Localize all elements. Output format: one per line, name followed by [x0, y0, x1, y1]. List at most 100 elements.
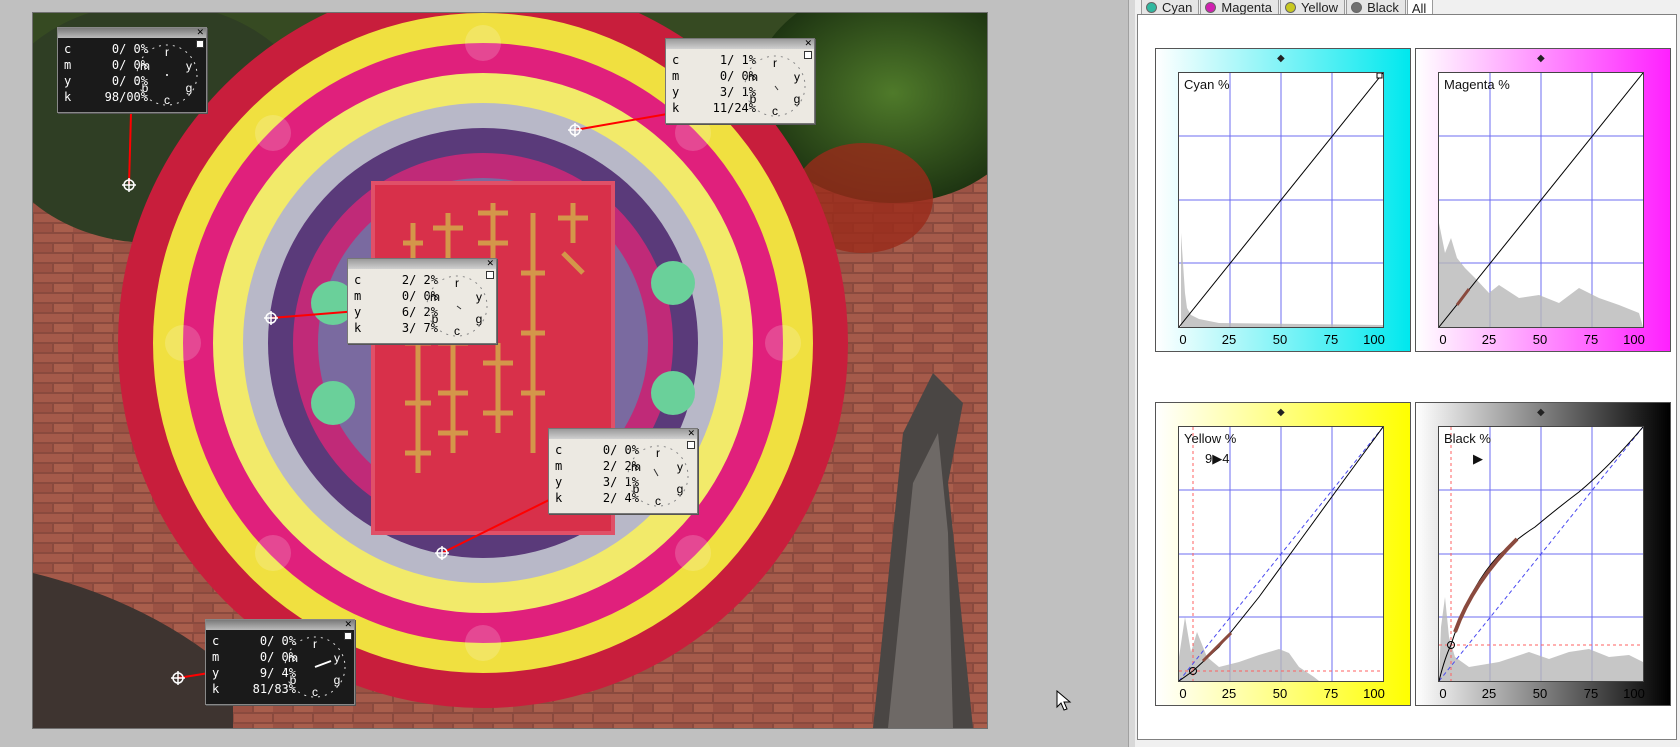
tab-yellow[interactable]: Yellow — [1279, 0, 1346, 15]
x-axis-ticks: 0 25 50 75 100 — [1178, 332, 1385, 348]
label-k: k — [64, 90, 72, 104]
tick-label: 25 — [1481, 686, 1497, 701]
magenta-curve-panel: ◆ Magenta % 0 25 50 75 100 — [1415, 48, 1671, 352]
color-probe-3[interactable]: ✕ c 2/ 2% m 0/ 0% y 6/ 2% k 3/ 7% r y g c b … — [347, 258, 497, 344]
color-probe-1[interactable]: ✕ c 0/ 0% m 0/ 0% y 0/ 0% k 98/00% r y g c b… — [57, 27, 207, 113]
svg-text:r: r — [455, 276, 459, 290]
svg-text:b: b — [290, 673, 297, 687]
svg-text:m: m — [288, 651, 298, 665]
yellow-dot-icon — [1284, 1, 1296, 13]
tick-label: 100 — [1363, 332, 1385, 347]
curve-plot — [1438, 72, 1644, 328]
collapse-handle-icon[interactable]: ◆ — [1537, 407, 1545, 418]
label-c: c — [212, 634, 220, 648]
cyan-dot-icon — [1146, 1, 1157, 13]
tab-magenta[interactable]: Magenta — [1200, 0, 1279, 15]
tab-label: Black — [1367, 0, 1399, 15]
curve-annotation: 9▶4 — [1205, 451, 1230, 466]
label-k: k — [354, 321, 362, 335]
svg-text:r: r — [165, 45, 169, 59]
tick-label: 75 — [1323, 332, 1339, 347]
tick-label: 50 — [1272, 332, 1288, 347]
label-m: m — [212, 650, 220, 664]
color-probe-4[interactable]: ✕ c 0/ 0% m 2/ 2% y 3/ 1% k 2/ 4% r y g c b … — [548, 428, 698, 514]
label-c: c — [555, 443, 563, 457]
cyan-curve-graph[interactable]: Cyan % — [1178, 72, 1384, 328]
tick-label: 100 — [1363, 686, 1385, 701]
label-c: c — [672, 53, 680, 67]
close-icon[interactable]: ✕ — [687, 428, 695, 438]
hue-dial-icon: r y g c b m — [136, 44, 198, 107]
svg-text:b: b — [142, 81, 149, 95]
tick-label: 75 — [1583, 332, 1599, 347]
close-icon[interactable]: ✕ — [344, 619, 352, 629]
yellow-curve-graph[interactable]: Yellow % 9▶4 — [1178, 426, 1384, 682]
svg-text:g: g — [794, 92, 801, 106]
svg-text:m: m — [140, 59, 150, 73]
label-y: y — [64, 74, 72, 88]
probe-titlebar[interactable]: ✕ — [666, 38, 814, 49]
black-curve-graph[interactable]: Black % ▶ — [1438, 426, 1644, 682]
probe-titlebar[interactable]: ✕ — [348, 258, 496, 269]
hue-dial-icon: r y g c b m — [426, 275, 488, 338]
tab-label: Magenta — [1221, 0, 1272, 15]
close-icon[interactable]: ✕ — [486, 258, 494, 268]
label-m: m — [672, 69, 680, 83]
svg-text:m: m — [748, 70, 758, 84]
svg-text:y: y — [677, 460, 683, 474]
close-icon[interactable]: ✕ — [804, 38, 812, 48]
black-dot-icon — [1351, 1, 1363, 13]
curve-plot — [1178, 72, 1384, 328]
probe-titlebar[interactable]: ✕ — [206, 619, 354, 630]
color-probe-2[interactable]: ✕ c 1/ 1% m 0/ 0% y 3/ 1% k 11/24% r y g c b… — [665, 38, 815, 124]
magenta-curve-graph[interactable]: Magenta % — [1438, 72, 1644, 328]
svg-text:g: g — [334, 673, 341, 687]
image-canvas[interactable] — [32, 12, 988, 729]
svg-text:y: y — [334, 651, 340, 665]
svg-text:b: b — [633, 482, 640, 496]
tick-label: 25 — [1221, 332, 1237, 347]
label-k: k — [212, 682, 220, 696]
cyan-curve-panel: ◆ Cyan % 0 25 50 75 100 — [1155, 48, 1411, 352]
svg-text:g: g — [476, 312, 483, 326]
black-curve-panel: ◆ Black % ▶ 0 25 50 75 100 — [1415, 402, 1671, 706]
tick-label: 25 — [1221, 686, 1237, 701]
label-c: c — [64, 42, 72, 56]
svg-text:c: c — [312, 685, 318, 699]
tick-label: 25 — [1481, 332, 1497, 347]
close-icon[interactable]: ✕ — [196, 27, 204, 37]
probe-titlebar[interactable]: ✕ — [58, 27, 206, 38]
probe-markers — [122, 112, 674, 685]
tick-label: 75 — [1323, 686, 1339, 701]
hue-dial-icon: r y g c b m — [744, 55, 806, 118]
curve-title: Black % — [1444, 431, 1491, 446]
hue-dial-icon: r y g c b m — [627, 445, 689, 508]
curve-title: Cyan % — [1184, 77, 1230, 92]
label-y: y — [672, 85, 680, 99]
curves-panel: Cyan Magenta Yellow Black All ◆ Cyan % 0… — [1128, 0, 1680, 747]
label-c: c — [354, 273, 362, 287]
tick-label: 0 — [1179, 332, 1187, 347]
svg-text:r: r — [313, 637, 317, 651]
tab-cyan[interactable]: Cyan — [1141, 0, 1200, 15]
mouse-cursor-icon — [1056, 690, 1072, 711]
tick-label: 50 — [1272, 686, 1288, 701]
yellow-curve-panel: ◆ Yellow % 9▶4 0 25 50 75 100 — [1155, 402, 1411, 706]
tick-label: 50 — [1532, 332, 1548, 347]
label-k: k — [555, 491, 563, 505]
label-y: y — [555, 475, 563, 489]
probe-titlebar[interactable]: ✕ — [549, 428, 697, 439]
collapse-handle-icon[interactable]: ◆ — [1277, 407, 1285, 418]
collapse-handle-icon[interactable]: ◆ — [1537, 53, 1545, 64]
collapse-handle-icon[interactable]: ◆ — [1277, 53, 1285, 64]
color-probe-5[interactable]: ✕ c 0/ 0% m 0/ 0% y 9/ 4% k 81/83% r y g c b… — [205, 619, 355, 705]
svg-text:y: y — [476, 290, 482, 304]
tab-black[interactable]: Black — [1346, 0, 1406, 15]
tick-label: 0 — [1179, 686, 1187, 701]
svg-text:b: b — [750, 92, 757, 106]
svg-text:b: b — [432, 312, 439, 326]
svg-text:g: g — [677, 482, 684, 496]
svg-text:g: g — [186, 81, 193, 95]
panel-splitter[interactable] — [1129, 0, 1135, 747]
tab-label: Cyan — [1162, 0, 1193, 15]
